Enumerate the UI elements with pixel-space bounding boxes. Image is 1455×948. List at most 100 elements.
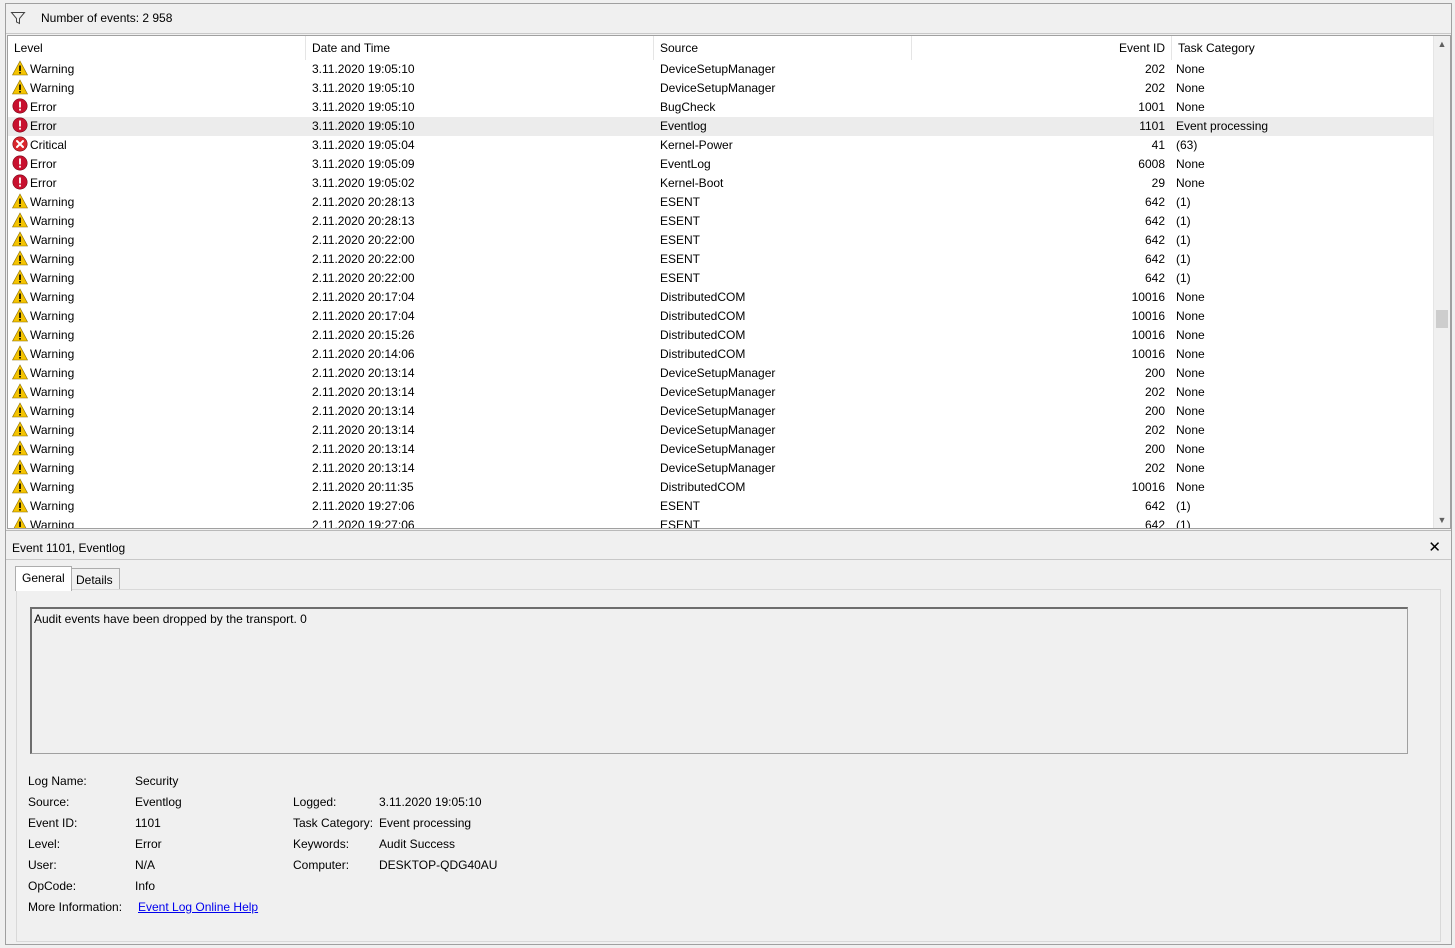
cell-task-category: None: [1176, 81, 1205, 95]
table-row[interactable]: Warning 2.11.2020 20:13:14 DeviceSetupMana…: [8, 459, 1436, 478]
table-row[interactable]: Warning 2.11.2020 20:13:14 DeviceSetupMana…: [8, 364, 1436, 383]
cell-source: DeviceSetupManager: [660, 442, 776, 456]
cell-event-id: 41: [1151, 138, 1165, 152]
event-count-label: Number of events: 2 958: [41, 11, 173, 25]
level-text: Critical: [30, 138, 67, 152]
table-row[interactable]: Error 3.11.2020 19:05:10 BugCheck 1001 None: [8, 98, 1436, 117]
level-text: Warning: [30, 347, 75, 361]
table-row[interactable]: Error 3.11.2020 19:05:02 Kernel-Boot 29 None: [8, 174, 1436, 193]
cell-event-id: 642: [1144, 195, 1165, 209]
table-row[interactable]: Warning 2.11.2020 20:13:14 DeviceSetupMana…: [8, 421, 1436, 440]
level-text: Warning: [30, 290, 75, 304]
cell-event-id: 642: [1144, 252, 1165, 266]
table-row[interactable]: Warning 2.11.2020 20:13:14 DeviceSetupMana…: [8, 402, 1436, 421]
column-header-task-category[interactable]: Task Category: [1172, 36, 1436, 60]
cell-event-id: 6008: [1138, 157, 1165, 171]
event-description-box[interactable]: Audit events have been dropped by the tr…: [30, 607, 1408, 754]
value-computer: DESKTOP-QDG40AU: [379, 858, 498, 872]
table-row[interactable]: Warning 2.11.2020 20:15:26 DistributedCOM 1…: [8, 326, 1436, 345]
cell-task-category: None: [1176, 461, 1205, 475]
table-row[interactable]: Warning 2.11.2020 20:28:13 ESENT 642 (1): [8, 212, 1436, 231]
cell-source: ESENT: [660, 271, 701, 285]
table-row[interactable]: Warning 2.11.2020 19:27:06 ESENT 642 (1): [8, 516, 1436, 529]
warning-icon: [12, 459, 29, 475]
column-header-event-id[interactable]: Event ID: [912, 36, 1172, 60]
value-level: Error: [135, 837, 162, 851]
warning-icon: [12, 250, 29, 266]
level-text: Warning: [30, 499, 75, 513]
cell-source: DistributedCOM: [660, 290, 746, 304]
cell-level: Warning: [12, 212, 302, 231]
tab-general[interactable]: General: [15, 566, 72, 591]
label-user: User:: [28, 858, 57, 872]
cell-task-category: None: [1176, 480, 1205, 494]
column-header-source[interactable]: Source: [654, 36, 912, 60]
warning-icon: [12, 79, 29, 95]
table-row[interactable]: Warning 2.11.2020 20:13:14 DeviceSetupMana…: [8, 440, 1436, 459]
table-row[interactable]: Warning 2.11.2020 20:17:04 DistributedCOM 1…: [8, 288, 1436, 307]
table-row[interactable]: Warning 2.11.2020 20:14:06 DistributedCOM 1…: [8, 345, 1436, 364]
cell-level: Warning: [12, 383, 302, 402]
column-header-datetime[interactable]: Date and Time: [306, 36, 654, 60]
cell-level: Warning: [12, 497, 302, 516]
scrollbar-thumb[interactable]: [1436, 310, 1448, 328]
level-text: Warning: [30, 309, 75, 323]
cell-datetime: 3.11.2020 19:05:04: [312, 138, 415, 152]
table-row[interactable]: Error 3.11.2020 19:05:09 EventLog 6008 None: [8, 155, 1436, 174]
table-row[interactable]: Warning 2.11.2020 20:17:04 DistributedCOM 1…: [8, 307, 1436, 326]
scroll-up-arrow-icon[interactable]: ▲: [1434, 36, 1450, 52]
events-table: Level Date and Time Source Event ID Task…: [7, 35, 1451, 529]
cell-event-id: 202: [1144, 423, 1165, 437]
table-row[interactable]: Warning 2.11.2020 20:22:00 ESENT 642 (1): [8, 231, 1436, 250]
event-log-online-help-link[interactable]: Event Log Online Help: [138, 900, 258, 914]
level-text: Error: [30, 119, 57, 133]
level-text: Warning: [30, 480, 75, 494]
level-text: Warning: [30, 233, 75, 247]
cell-source: Kernel-Boot: [660, 176, 724, 190]
cell-task-category: None: [1176, 176, 1205, 190]
table-row[interactable]: Warning 2.11.2020 20:11:35 DistributedCOM 1…: [8, 478, 1436, 497]
column-header-level[interactable]: Level: [8, 36, 306, 60]
filter-icon[interactable]: [10, 10, 26, 26]
cell-task-category: None: [1176, 366, 1205, 380]
table-row[interactable]: Warning 3.11.2020 19:05:10 DeviceSetupMana…: [8, 60, 1436, 79]
table-row[interactable]: Warning 2.11.2020 20:13:14 DeviceSetupMana…: [8, 383, 1436, 402]
value-user: N/A: [135, 858, 156, 872]
table-row[interactable]: Warning 2.11.2020 20:22:00 ESENT 642 (1): [8, 269, 1436, 288]
cell-source: ESENT: [660, 195, 701, 209]
cell-event-id: 202: [1144, 461, 1165, 475]
table-row[interactable]: Critical 3.11.2020 19:05:04 Kernel-Power 41…: [8, 136, 1436, 155]
cell-event-id: 1101: [1139, 119, 1165, 133]
table-row[interactable]: Warning 2.11.2020 20:22:00 ESENT 642 (1): [8, 250, 1436, 269]
warning-icon: [12, 440, 29, 456]
level-text: Warning: [30, 214, 75, 228]
cell-event-id: 642: [1144, 271, 1165, 285]
level-text: Warning: [30, 328, 75, 342]
tab-details[interactable]: Details: [69, 568, 120, 591]
close-icon[interactable]: ✕: [1428, 538, 1441, 556]
cell-task-category: None: [1176, 309, 1205, 323]
cell-source: DeviceSetupManager: [660, 404, 776, 418]
cell-datetime: 2.11.2020 20:22:00: [312, 233, 415, 247]
table-row[interactable]: Warning 2.11.2020 20:28:13 ESENT 642 (1): [8, 193, 1436, 212]
label-logged: Logged:: [293, 795, 337, 809]
cell-source: DistributedCOM: [660, 328, 746, 342]
cell-level: Warning: [12, 345, 302, 364]
level-text: Error: [30, 157, 57, 171]
level-text: Warning: [30, 385, 75, 399]
cell-level: Warning: [12, 326, 302, 345]
value-logged: 3.11.2020 19:05:10: [379, 795, 482, 809]
table-row[interactable]: Warning 2.11.2020 19:27:06 ESENT 642 (1): [8, 497, 1436, 516]
level-text: Warning: [30, 518, 75, 529]
cell-task-category: (1): [1176, 518, 1191, 529]
scroll-down-arrow-icon[interactable]: ▼: [1434, 512, 1450, 528]
table-row[interactable]: Error 3.11.2020 19:05:10 Eventlog 1101 Event…: [8, 117, 1436, 136]
error-icon: [12, 117, 28, 133]
cell-datetime: 2.11.2020 20:13:14: [312, 423, 415, 437]
cell-datetime: 2.11.2020 20:15:26: [312, 328, 415, 342]
cell-event-id: 642: [1144, 214, 1165, 228]
table-row[interactable]: Warning 3.11.2020 19:05:10 DeviceSetupMana…: [8, 79, 1436, 98]
cell-event-id: 642: [1144, 499, 1165, 513]
cell-source: Kernel-Power: [660, 138, 733, 152]
vertical-scrollbar[interactable]: ▲ ▼: [1433, 36, 1450, 528]
